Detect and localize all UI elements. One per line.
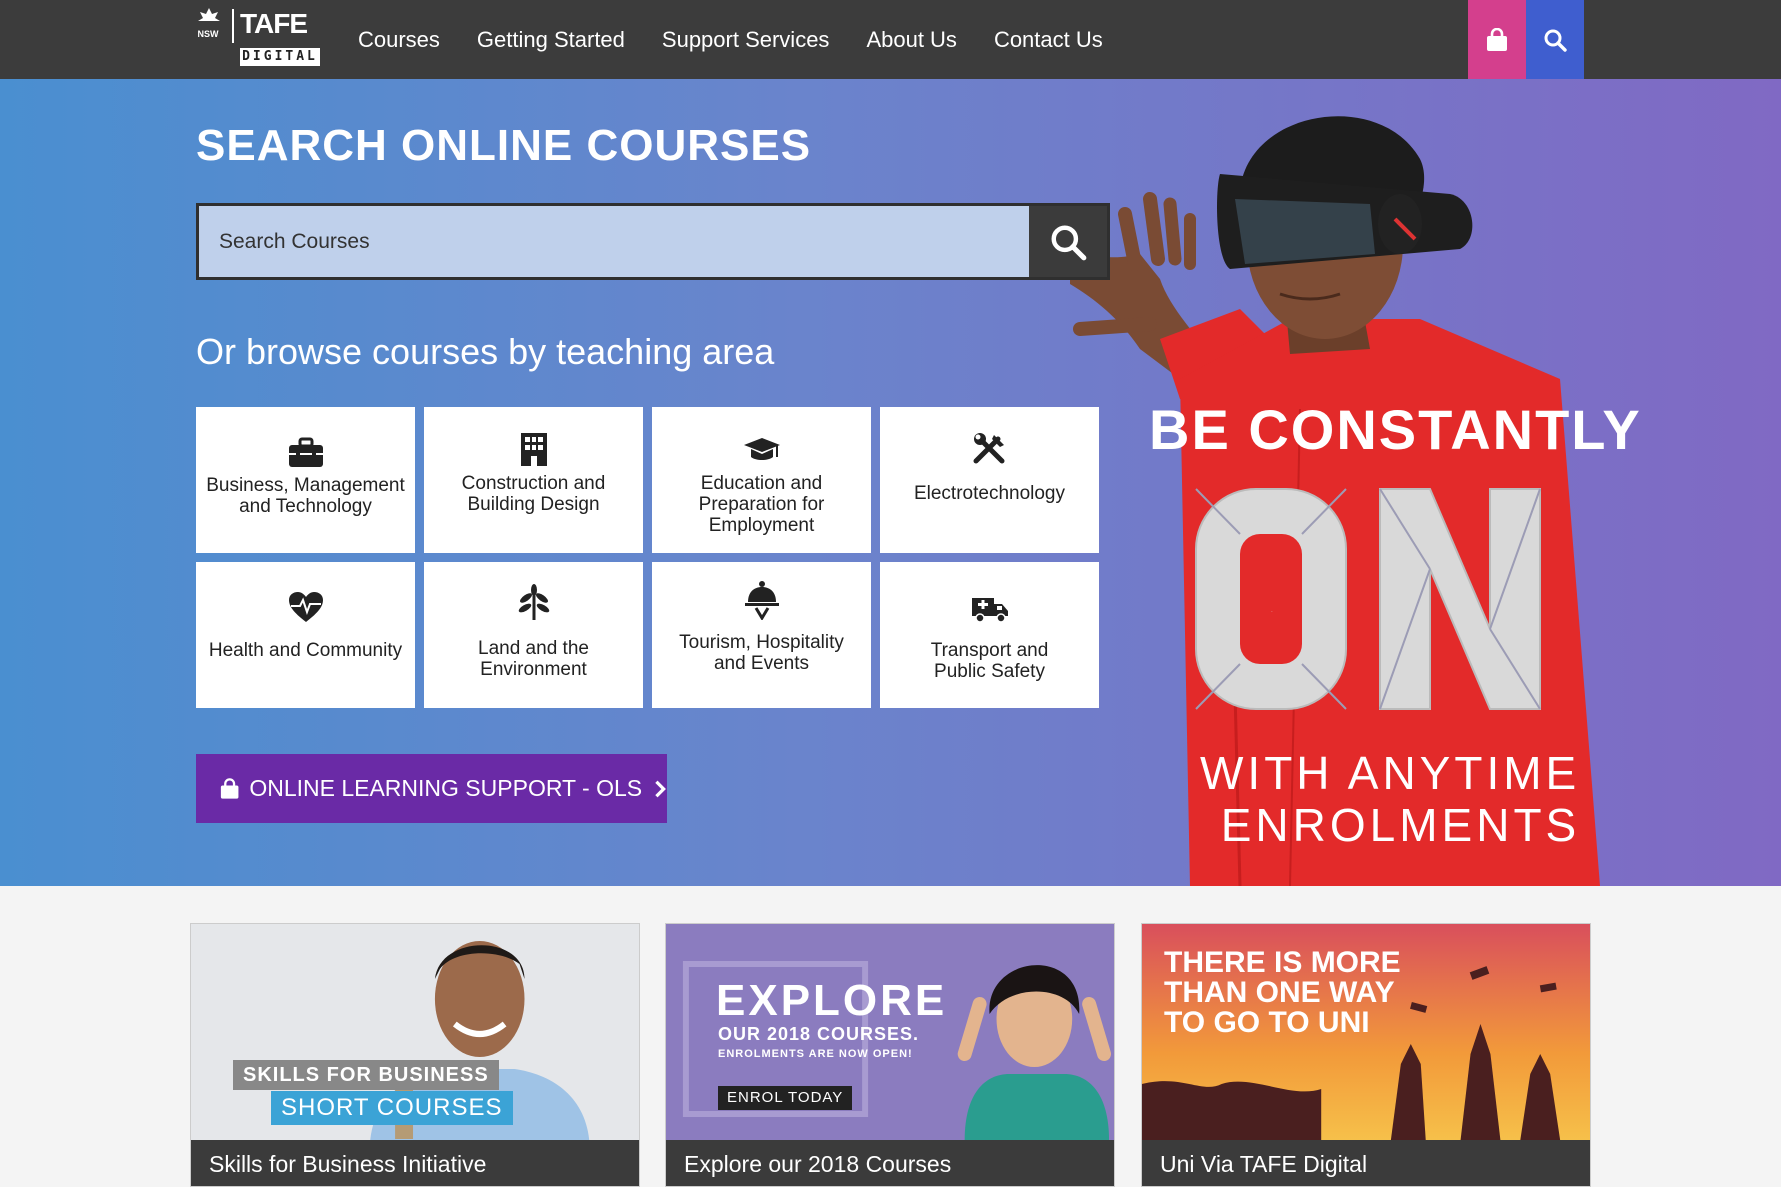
nav-about-us[interactable]: About Us [866,27,957,53]
course-search-input[interactable] [199,206,1032,277]
tafe-wordmark: TAFE [240,8,308,39]
nav-contact-us[interactable]: Contact Us [994,27,1103,53]
top-navigation: NSW TAFE DIGITAL Courses Getting Started… [0,0,1781,79]
area-tile-construction[interactable]: Construction and Building Design [424,407,643,553]
graduation-cap-icon [742,425,782,467]
area-label: Business, Management and Technology [206,475,405,517]
enrol-today-badge: ENROL TODAY [718,1086,853,1110]
area-tile-business[interactable]: Business, Management and Technology [196,407,415,553]
explore-headline: EXPLORE [716,976,948,1025]
briefcase-icon [287,427,325,469]
ols-label: ONLINE LEARNING SUPPORT - OLS [249,775,643,801]
hero-section: BE CONSTANTLY ON WITH ANYTIME ENROLMENTS… [0,79,1781,886]
nav-getting-started[interactable]: Getting Started [477,27,625,53]
search-icon [1544,29,1567,52]
card-uni-via-tafe[interactable]: THERE IS MORE THAN ONE WAY TO GO TO UNI … [1141,923,1591,1187]
tafe-digital-logo[interactable]: NSW TAFE DIGITAL [194,6,324,68]
logo-divider [232,9,234,43]
explore-sub1: OUR 2018 COURSES. [718,1024,920,1044]
course-search-submit[interactable] [1029,206,1107,277]
nsw-label: NSW [197,29,219,39]
building-icon [518,425,550,467]
page-title: SEARCH ONLINE COURSES [196,121,812,170]
digital-label: DIGITAL [240,48,320,66]
chevron-right-icon [655,780,667,797]
tools-icon [972,425,1008,467]
uni-headline-line3: TO GO TO UNI [1164,1006,1370,1039]
area-tile-electrotechnology[interactable]: Electrotechnology [880,407,1099,553]
skills-tag: SKILLS FOR BUSINESS [233,1060,499,1090]
area-tile-tourism[interactable]: Tourism, Hospitality and Events [652,562,871,708]
card-caption: Explore our 2018 Courses [666,1140,1114,1186]
short-courses-tag: SHORT COURSES [271,1091,513,1125]
area-label: Tourism, Hospitality and Events [679,632,844,674]
card-caption: Skills for Business Initiative [191,1140,639,1186]
area-label: Health and Community [208,640,403,661]
promo-line-enrolments: ENROLMENTS [1220,799,1581,851]
area-label: Land and the Environment [478,638,589,680]
nsw-waratah-logo: NSW [194,6,222,42]
shopping-bag-icon [220,777,239,799]
area-label: Transport and Public Safety [930,640,1049,682]
main-menu: Courses Getting Started Support Services… [358,0,1140,79]
online-learning-support-button[interactable]: ONLINE LEARNING SUPPORT - OLS [196,754,667,823]
promo-on-graphic: ON [1195,488,1541,710]
area-label: Electrotechnology [913,483,1066,504]
search-button[interactable] [1526,0,1584,79]
area-tile-land[interactable]: Land and the Environment [424,562,643,708]
uni-headline: THERE IS MORE THAN ONE WAY TO GO TO UNI [1164,948,1401,1038]
promo-line-anytime: WITH ANYTIME [1200,747,1581,799]
nav-support-services[interactable]: Support Services [662,27,830,53]
browse-heading: Or browse courses by teaching area [196,331,775,372]
explore-sub2: ENROLMENTS ARE NOW OPEN! [718,1048,913,1060]
cart-button[interactable] [1468,0,1526,79]
uni-headline-line1: THERE IS MORE [1164,946,1401,979]
shopping-bag-icon [1487,27,1507,51]
promo-headline: BE CONSTANTLY [1149,398,1642,461]
course-search-form [196,203,1110,280]
area-tile-education[interactable]: Education and Preparation for Employment [652,407,871,553]
uni-headline-line2: THAN ONE WAY [1164,976,1395,1009]
area-label: Education and Preparation for Employment [698,473,825,536]
card-caption: Uni Via TAFE Digital [1142,1140,1590,1186]
cloche-icon [744,578,780,620]
card-explore-2018-courses[interactable]: EXPLORE OUR 2018 COURSES. ENROLMENTS ARE… [665,923,1115,1187]
truck-icon [970,582,1010,624]
nav-courses[interactable]: Courses [358,27,440,53]
area-tile-transport[interactable]: Transport and Public Safety [880,562,1099,708]
area-label: Construction and Building Design [461,473,606,515]
search-icon [1051,225,1087,260]
promo-subheadline: WITH ANYTIME ENROLMENTS [1200,747,1580,851]
plant-icon [517,580,551,622]
heartbeat-icon [287,582,325,624]
area-tile-health[interactable]: Health and Community [196,562,415,708]
card-skills-for-business[interactable]: SKILLS FOR BUSINESS SHORT COURSES Skills… [190,923,640,1187]
